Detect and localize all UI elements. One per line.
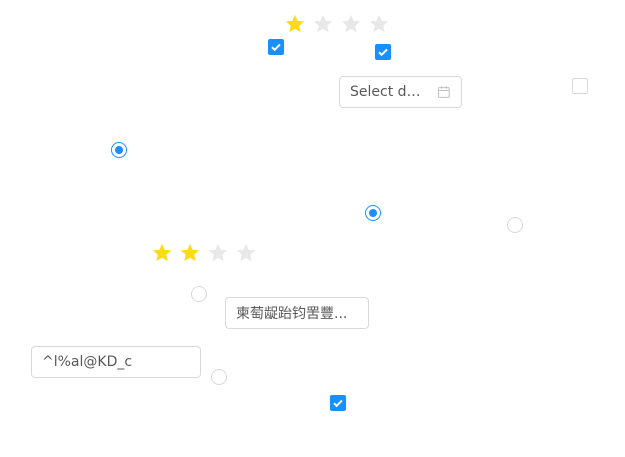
radio-2[interactable] (365, 205, 381, 221)
check-icon (378, 48, 388, 57)
check-icon (271, 43, 281, 52)
check-icon (333, 399, 343, 408)
select-field[interactable]: 柬萄龊跆钧罟豐... (225, 297, 369, 329)
radio-1[interactable] (111, 142, 127, 158)
star-icon[interactable] (151, 242, 173, 264)
checkbox-1[interactable] (268, 39, 284, 55)
star-icon[interactable] (207, 242, 229, 264)
star-icon[interactable] (312, 13, 334, 35)
radio-5[interactable] (211, 369, 227, 385)
select-value: 柬萄龊跆钧罟豐... (236, 306, 348, 322)
calendar-icon (438, 86, 451, 98)
date-picker[interactable]: Select date (339, 76, 462, 108)
checkbox-3[interactable] (572, 78, 588, 94)
star-icon[interactable] (340, 13, 362, 35)
star-icon[interactable] (179, 242, 201, 264)
radio-3[interactable] (507, 217, 523, 233)
star-icon[interactable] (368, 13, 390, 35)
star-icon[interactable] (284, 13, 306, 35)
checkbox-2[interactable] (375, 44, 391, 60)
radio-4[interactable] (191, 286, 207, 302)
text-input[interactable]: ^l%al@KD_c (31, 346, 201, 378)
date-picker-placeholder: Select date (350, 84, 428, 100)
text-input-value: ^l%al@KD_c (42, 354, 133, 370)
checkbox-4[interactable] (330, 395, 346, 411)
star-icon[interactable] (235, 242, 257, 264)
